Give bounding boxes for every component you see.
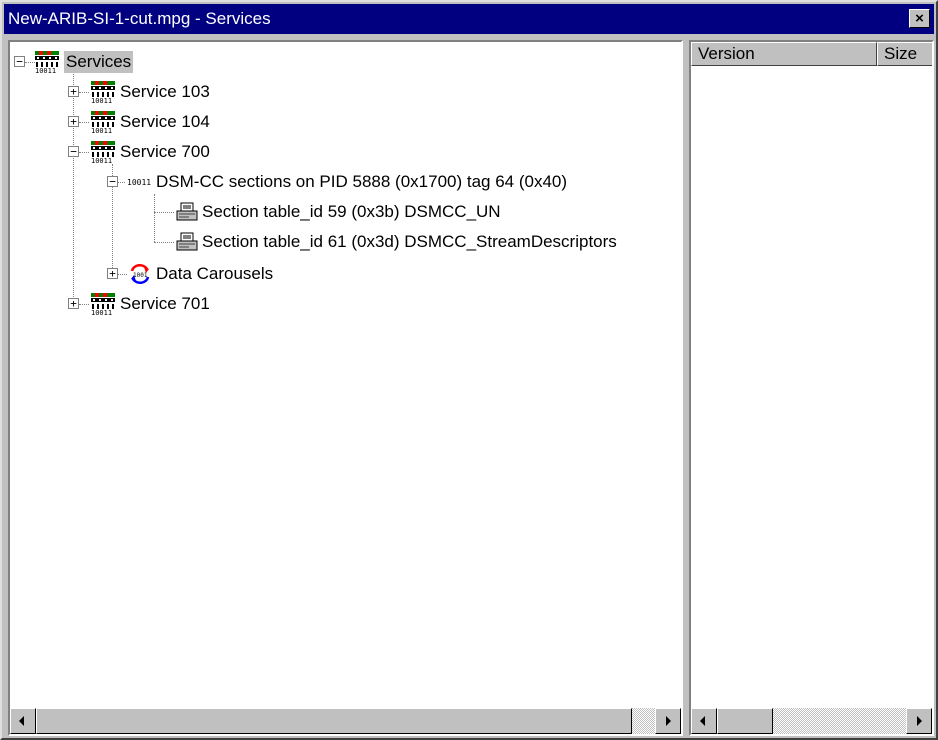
- arrow-left-icon: [700, 716, 705, 726]
- scroll-left-button[interactable]: [691, 708, 717, 734]
- tree-node-label[interactable]: Section table_id 59 (0x3b) DSMCC_UN: [200, 201, 503, 223]
- service-stream-icon: 10011: [91, 81, 115, 104]
- svg-text:10011: 10011: [35, 67, 56, 74]
- services-tree-pane[interactable]: − 10011 Services + 10011 Service 103 + 1…: [8, 40, 683, 736]
- section-table-icon: [176, 202, 198, 221]
- collapse-toggle[interactable]: −: [68, 146, 79, 157]
- scroll-right-button[interactable]: [906, 708, 932, 734]
- carousel-icon: 1001: [130, 263, 150, 285]
- collapse-toggle[interactable]: −: [14, 56, 25, 67]
- expand-toggle[interactable]: +: [68, 116, 79, 127]
- tree-horizontal-scrollbar[interactable]: [10, 708, 681, 734]
- tree-line: [73, 74, 74, 299]
- service-stream-icon: 10011: [35, 51, 59, 74]
- service-stream-icon: 10011: [91, 111, 115, 134]
- tree-line: [79, 152, 89, 153]
- column-header-size[interactable]: Size: [877, 42, 932, 66]
- scroll-right-button[interactable]: [655, 708, 681, 734]
- svg-text:10011: 10011: [91, 309, 112, 316]
- svg-text:10011: 10011: [91, 97, 112, 104]
- service-stream-icon: 10011: [91, 141, 115, 164]
- tree-node-label[interactable]: Service 103: [118, 81, 212, 103]
- tree-line: [117, 182, 125, 183]
- list-header: Version Size: [691, 42, 932, 66]
- close-icon: ×: [915, 10, 924, 27]
- tree-node-label[interactable]: Section table_id 61 (0x3d) DSMCC_StreamD…: [200, 231, 619, 253]
- section-table-icon: [176, 232, 198, 251]
- svg-text:10011: 10011: [91, 157, 112, 164]
- arrow-right-icon: [666, 716, 671, 726]
- arrow-left-icon: [19, 716, 24, 726]
- services-tree: − 10011 Services + 10011 Service 103 + 1…: [10, 42, 681, 708]
- tree-line: [79, 304, 89, 305]
- expand-toggle[interactable]: +: [68, 86, 79, 97]
- tree-node-label[interactable]: Service 104: [118, 111, 212, 133]
- tree-line: [79, 122, 89, 123]
- expand-toggle[interactable]: +: [68, 298, 79, 309]
- tree-node-label[interactable]: Services: [64, 51, 134, 73]
- arrow-right-icon: [917, 716, 922, 726]
- tree-line: [154, 194, 155, 242]
- tree-node-label[interactable]: Service 701: [118, 293, 212, 315]
- scroll-thumb[interactable]: [36, 708, 632, 734]
- svg-text:1001: 1001: [133, 272, 148, 279]
- close-button[interactable]: ×: [909, 9, 930, 28]
- tree-line: [154, 242, 174, 243]
- collapse-toggle[interactable]: −: [107, 176, 118, 187]
- tree-node-label[interactable]: Service 700: [118, 141, 212, 163]
- window-title: New-ARIB-SI-1-cut.mpg - Services: [8, 9, 271, 28]
- title-bar[interactable]: New-ARIB-SI-1-cut.mpg - Services ×: [4, 4, 934, 34]
- expand-toggle[interactable]: +: [107, 268, 118, 279]
- service-stream-icon: 10011: [91, 293, 115, 316]
- svg-text:10011: 10011: [91, 127, 112, 134]
- tree-line: [117, 274, 127, 275]
- column-header-version[interactable]: Version: [691, 42, 877, 66]
- tree-node-label[interactable]: Data Carousels: [154, 263, 275, 285]
- tree-line: [79, 92, 89, 93]
- services-window: New-ARIB-SI-1-cut.mpg - Services × − 100…: [0, 0, 938, 740]
- scroll-thumb[interactable]: [717, 708, 773, 734]
- tree-line: [154, 212, 174, 213]
- pid-bits-icon: 10011: [127, 178, 151, 187]
- svg-text:10011: 10011: [127, 178, 151, 187]
- scroll-left-button[interactable]: [10, 708, 36, 734]
- details-list-pane[interactable]: Version Size: [689, 40, 934, 736]
- tree-node-label[interactable]: DSM-CC sections on PID 5888 (0x1700) tag…: [154, 171, 569, 193]
- list-horizontal-scrollbar[interactable]: [691, 708, 932, 734]
